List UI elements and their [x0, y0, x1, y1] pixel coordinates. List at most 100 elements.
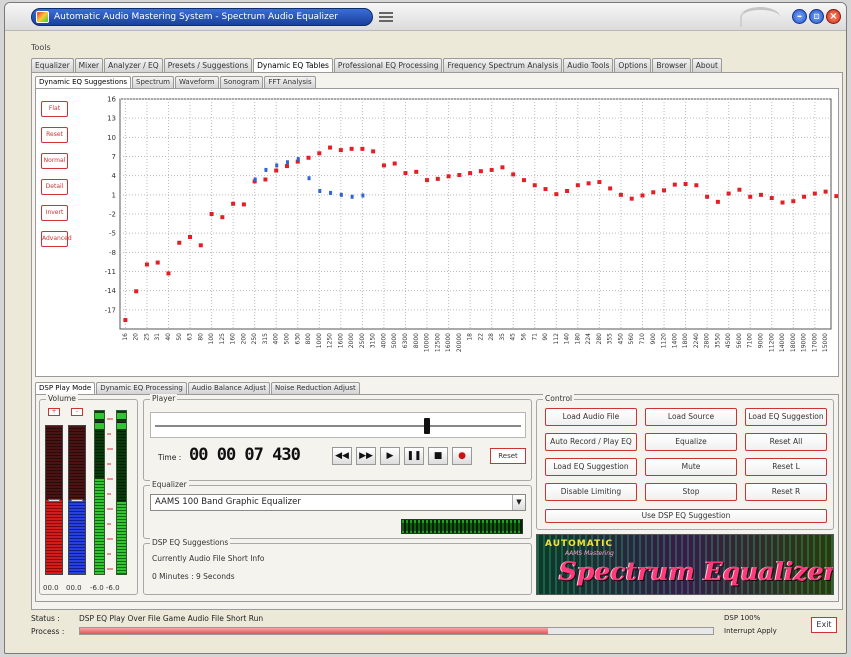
graph-side-button-1[interactable]: Reset — [41, 127, 68, 143]
exit-button[interactable]: Exit — [811, 617, 837, 633]
chart-x-tick-label: 19000 — [801, 333, 808, 352]
chart-x-tick-label: 22 — [477, 333, 484, 341]
chart-x-tick-label: 4500 — [725, 333, 732, 348]
rewind-button[interactable]: ◀◀ — [332, 447, 352, 465]
graph-side-buttons: Flat Reset Normal Detail Invert Advanced — [41, 101, 72, 257]
graph-tab-1[interactable]: Spectrum — [132, 76, 174, 88]
control-button-0-2[interactable]: Load EQ Suggestion — [745, 408, 827, 426]
top-tab-5[interactable]: Professional EQ Processing — [333, 58, 443, 72]
control-button-0-1[interactable]: Load Source — [645, 408, 737, 426]
graph-side-button-5[interactable]: Advanced — [41, 231, 72, 247]
chart-y-tick-label: 1 — [112, 191, 116, 199]
info-group-title: DSP EQ Suggestions — [150, 538, 231, 547]
menu-bar[interactable]: Tools — [31, 43, 51, 52]
play-button[interactable]: ▶ — [380, 447, 400, 465]
title-bar[interactable]: Automatic Audio Mastering System - Spect… — [5, 3, 846, 31]
pause-button[interactable]: ❚❚ — [404, 447, 424, 465]
top-tab-1[interactable]: Mixer — [74, 58, 104, 72]
top-tab-6[interactable]: Frequency Spectrum Analysis — [443, 58, 563, 72]
left-level-meter — [94, 410, 105, 575]
banner-subtitle: AAMS Mastering — [565, 550, 614, 557]
control-button-2-2[interactable]: Reset L — [745, 458, 827, 476]
top-tab-10[interactable]: About — [691, 58, 722, 72]
control-button-3-1[interactable]: Stop — [645, 483, 737, 501]
close-button[interactable]: × — [826, 9, 841, 24]
seek-bar[interactable] — [150, 412, 526, 438]
time-display: 00 00 07 430 — [189, 445, 301, 465]
volume-up-button[interactable]: + — [48, 408, 60, 416]
graph-side-button-3[interactable]: Detail — [41, 179, 68, 195]
chart-x-tick-label: 560 — [628, 333, 635, 345]
chart-point-red — [155, 260, 160, 265]
chart-point-red — [705, 194, 710, 199]
reset-button[interactable]: Reset — [490, 448, 526, 464]
top-tab-9[interactable]: Browser — [652, 58, 691, 72]
chart-point-red — [532, 183, 537, 188]
graph-side-button-4[interactable]: Invert — [41, 205, 68, 221]
chart-x-tick-label: 71 — [531, 333, 538, 341]
graph-tab-2[interactable]: Waveform — [174, 76, 219, 88]
graph-tab-3[interactable]: Sonogram — [219, 76, 264, 88]
chart-point-red — [468, 171, 473, 176]
banner-title: Spectrum Equalizer — [559, 557, 834, 586]
control-button-1-0[interactable]: Auto Record / Play EQ — [545, 433, 637, 451]
fast-forward-button[interactable]: ▶▶ — [356, 447, 376, 465]
window-title-pill[interactable]: Automatic Audio Mastering System - Spect… — [31, 8, 373, 26]
chart-y-tick-label: -8 — [109, 249, 116, 257]
minimize-button[interactable]: – — [792, 9, 807, 24]
control-button-1-1[interactable]: Equalize — [645, 433, 737, 451]
record-button[interactable]: ● — [452, 447, 472, 465]
volume-down-button[interactable]: - — [71, 408, 83, 416]
control-button-2-1[interactable]: Mute — [645, 458, 737, 476]
chart-x-tick-label: 18 — [467, 333, 474, 341]
top-tab-7[interactable]: Audio Tools — [563, 58, 614, 72]
use-dsp-eq-suggestion-button[interactable]: Use DSP EQ Suggestion — [545, 509, 827, 523]
meter-scale — [107, 414, 113, 574]
right-volume-slider[interactable] — [68, 425, 86, 575]
chart-point-blue — [253, 177, 257, 182]
left-volume-thumb[interactable] — [48, 499, 60, 502]
chart-x-tick-label: 1120 — [661, 333, 668, 348]
chart-x-tick-label: 250 — [251, 333, 258, 345]
chevron-down-icon[interactable]: ▼ — [512, 495, 525, 510]
top-tab-3[interactable]: Presets / Suggestions — [163, 58, 253, 72]
control-button-3-2[interactable]: Reset R — [745, 483, 827, 501]
chart-point-red — [597, 180, 602, 185]
left-volume-slider[interactable] — [45, 425, 63, 575]
stop-button[interactable]: ■ — [428, 447, 448, 465]
top-tab-4[interactable]: Dynamic EQ Tables — [253, 58, 333, 72]
lower-tab-0[interactable]: DSP Play Mode — [35, 382, 96, 394]
maximize-button[interactable]: ▫ — [809, 9, 824, 24]
right-volume-thumb[interactable] — [71, 499, 83, 502]
graph-tab-0[interactable]: Dynamic EQ Suggestions — [35, 76, 132, 88]
eq-suggestion-chart: 161310741-2-5-8-11-14-1716 20 25 31 40 50 63 80… — [105, 96, 838, 352]
chart-point-red — [371, 149, 376, 154]
chart-x-tick-label: 31 — [154, 333, 161, 341]
player-group: Player Time : 00 00 07 430 ◀◀ ▶▶ ▶ ❚❚ ■ … — [143, 394, 532, 481]
control-button-0-0[interactable]: Load Audio File — [545, 408, 637, 426]
chart-point-red — [662, 188, 667, 193]
seek-thumb[interactable] — [423, 418, 430, 434]
lower-tab-3[interactable]: Noise Reduction Adjust — [270, 382, 360, 394]
top-tab-8[interactable]: Options — [614, 58, 652, 72]
chart-x-tick-label: 900 — [650, 333, 657, 345]
equalizer-select[interactable]: AAMS 100 Band Graphic Equalizer ▼ — [150, 494, 526, 511]
top-tab-0[interactable]: Equalizer — [31, 58, 74, 72]
volume-group: Volume + - 00.0 00.0 -6.0 -6.0 — [39, 394, 138, 595]
control-button-3-0[interactable]: Disable Limiting — [545, 483, 637, 501]
chart-x-tick-label: 2240 — [693, 333, 700, 348]
graph-side-button-0[interactable]: Flat — [41, 101, 68, 117]
lower-tab-2[interactable]: Audio Balance Adjust — [187, 382, 270, 394]
control-button-2-0[interactable]: Load EQ Suggestion — [545, 458, 637, 476]
menu-lines-icon[interactable] — [379, 12, 393, 22]
graph-tab-4[interactable]: FFT Analysis — [264, 76, 316, 88]
graph-side-button-2[interactable]: Normal — [41, 153, 68, 169]
chart-point-red — [565, 189, 570, 193]
graph-tab-strip: Dynamic EQ Suggestions Spectrum Waveform So… — [35, 76, 317, 88]
control-button-1-2[interactable]: Reset All — [745, 433, 827, 451]
lower-tab-1[interactable]: Dynamic EQ Processing — [96, 382, 187, 394]
top-tab-2[interactable]: Analyzer / EQ — [104, 58, 163, 72]
chart-point-red — [392, 161, 397, 166]
menu-item-tools[interactable]: Tools — [31, 43, 51, 52]
main-tab-panel: Dynamic EQ Suggestions Spectrum Waveform So… — [31, 72, 843, 610]
